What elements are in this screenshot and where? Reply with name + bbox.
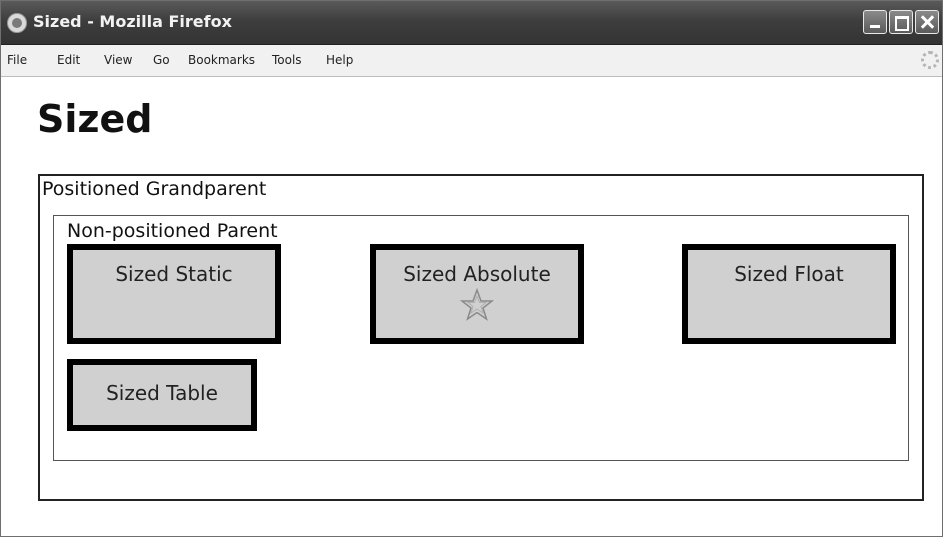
title-bar[interactable]: Sized - Mozilla Firefox	[1, 1, 942, 45]
grandparent-label: Positioned Grandparent	[42, 178, 267, 200]
page-title: Sized	[37, 97, 153, 141]
star-icon	[460, 288, 494, 321]
maximize-button[interactable]	[889, 10, 913, 34]
sized-float-label: Sized Float	[734, 262, 844, 286]
throbber-icon	[921, 51, 939, 69]
menu-file[interactable]: File	[7, 53, 27, 67]
menu-view[interactable]: View	[104, 53, 132, 67]
sized-table-box: Sized Table	[67, 359, 257, 431]
firefox-icon	[7, 13, 27, 33]
menu-bar: File Edit View Go Bookmarks Tools Help	[1, 45, 942, 77]
menu-bookmarks[interactable]: Bookmarks	[188, 53, 255, 67]
minimize-button[interactable]	[863, 10, 887, 34]
menu-help[interactable]: Help	[326, 53, 353, 67]
non-positioned-parent: Non-positioned Parent Sized Static Sized…	[53, 215, 909, 461]
sized-absolute-label: Sized Absolute	[403, 262, 551, 286]
browser-window: Sized - Mozilla Firefox File Edit View G…	[0, 0, 943, 537]
sized-static-label: Sized Static	[115, 262, 233, 286]
sized-static-box: Sized Static	[67, 244, 281, 344]
parent-label: Non-positioned Parent	[67, 220, 278, 242]
menu-edit[interactable]: Edit	[57, 53, 80, 67]
sized-float-box: Sized Float	[682, 244, 896, 344]
sized-absolute-box: Sized Absolute	[370, 244, 584, 344]
close-button[interactable]	[915, 10, 939, 34]
sized-table-label: Sized Table	[106, 381, 218, 405]
menu-go[interactable]: Go	[153, 53, 170, 67]
positioned-grandparent: Positioned Grandparent Non-positioned Pa…	[38, 174, 924, 501]
page-content: Sized Positioned Grandparent Non-positio…	[1, 77, 942, 537]
window-title: Sized - Mozilla Firefox	[33, 12, 232, 31]
menu-tools[interactable]: Tools	[272, 53, 302, 67]
